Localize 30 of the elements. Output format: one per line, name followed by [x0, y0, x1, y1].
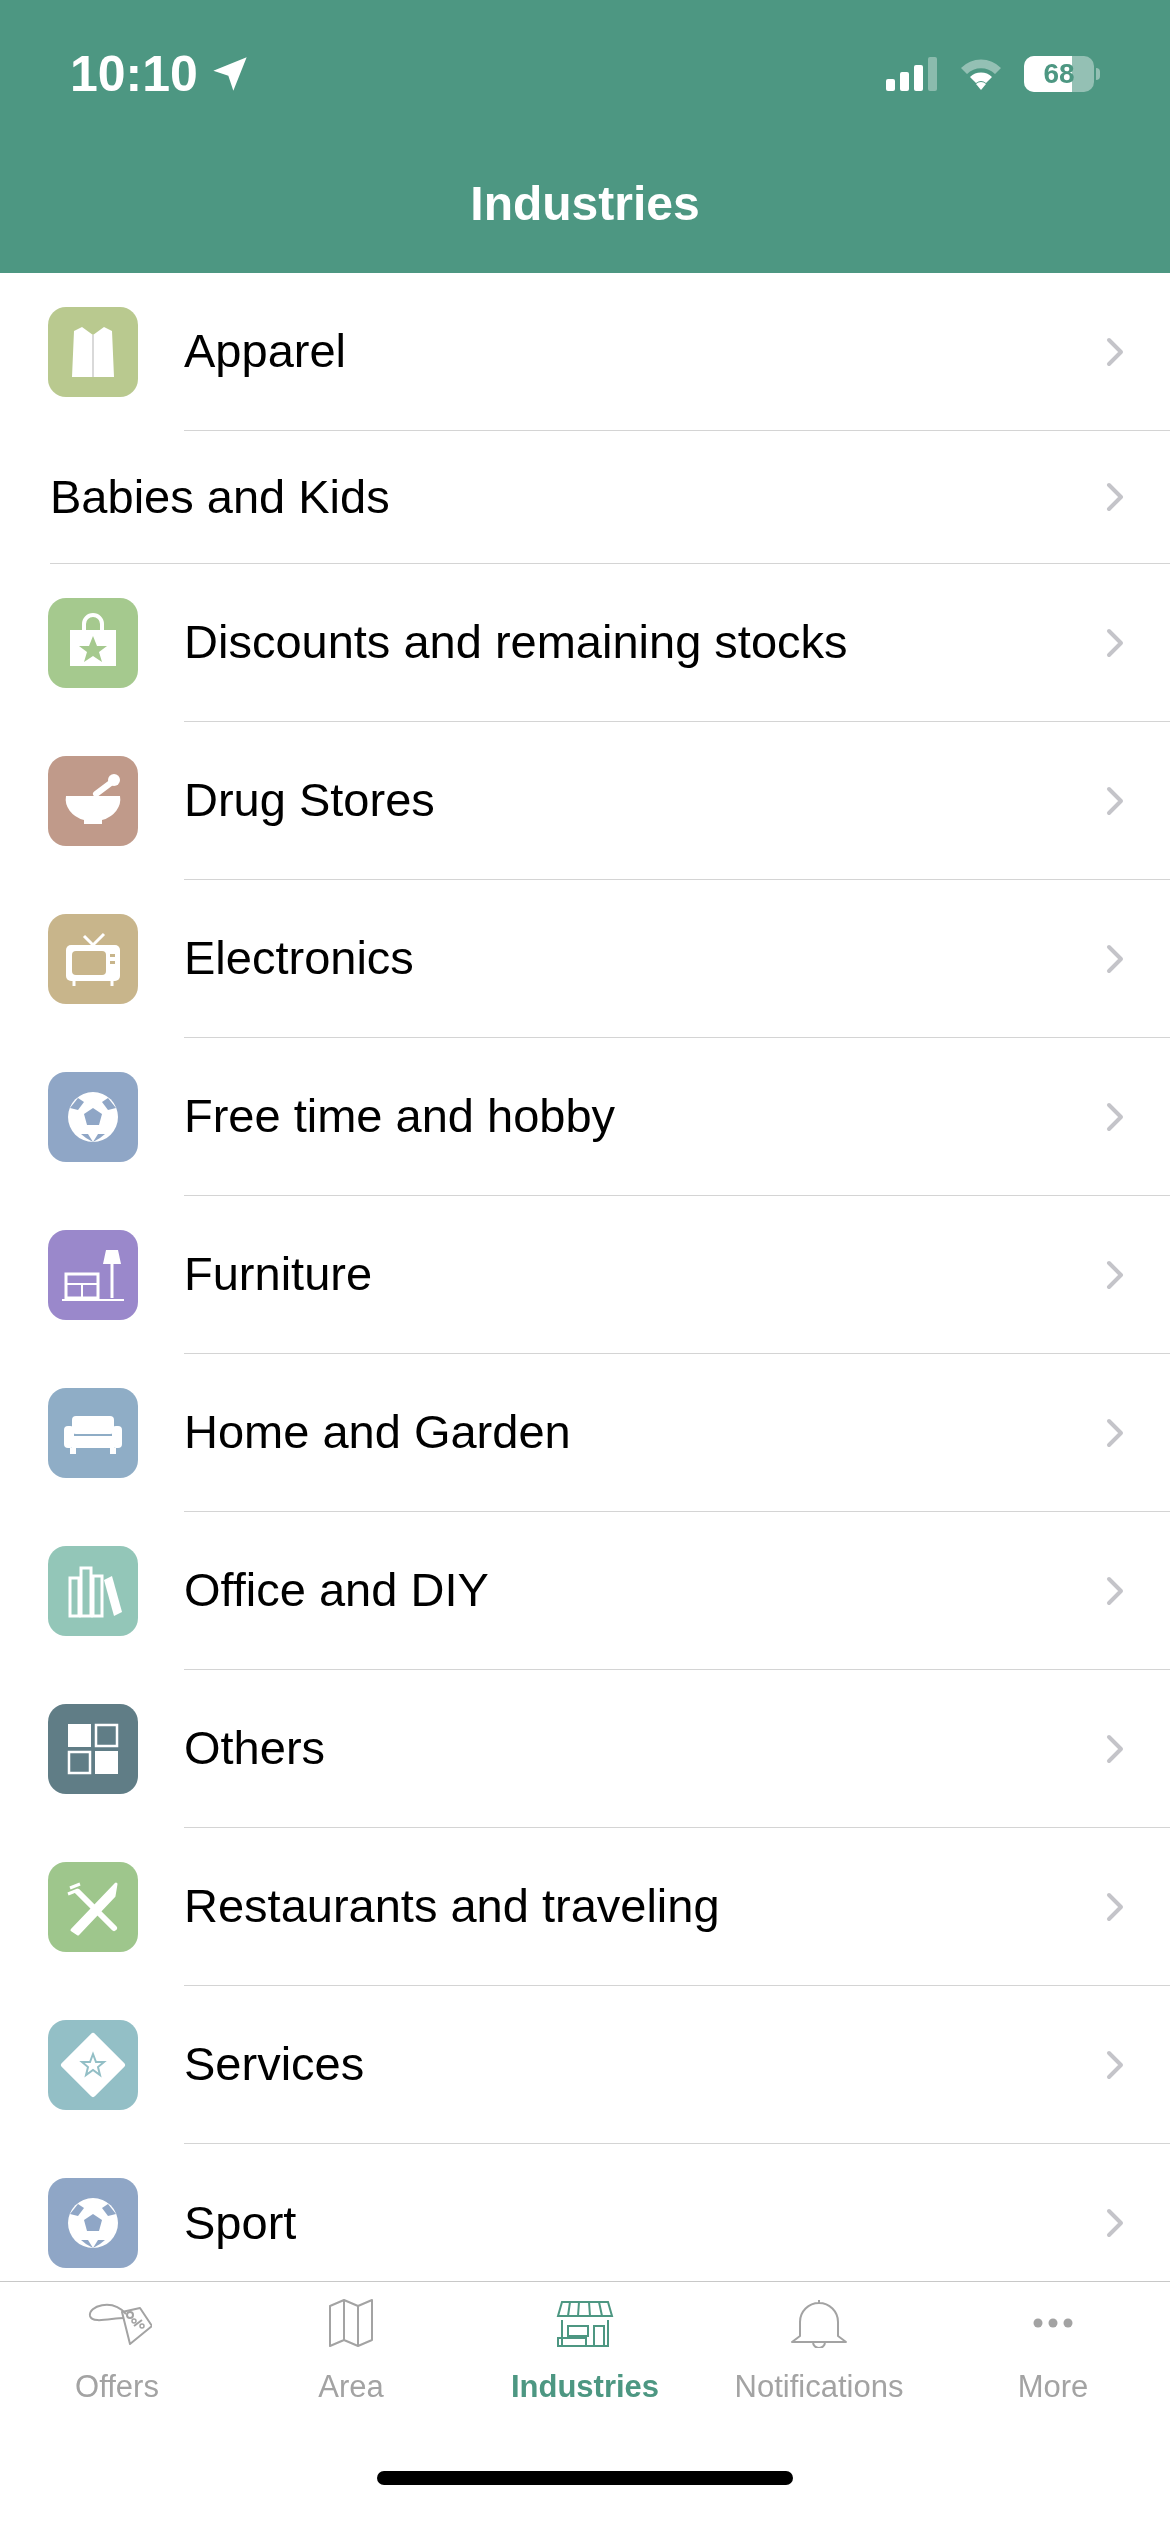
industry-label[interactable]: Discounts and remaining stocks — [184, 607, 1106, 678]
chevron-icon — [1106, 1575, 1124, 1606]
chevron-icon — [1106, 2049, 1124, 2080]
chevron-icon — [1106, 943, 1124, 974]
industry-label[interactable]: Home and Garden — [184, 1397, 1106, 1468]
chevron-icon — [1106, 1733, 1124, 1764]
industry-label[interactable]: Restaurants and traveling — [184, 1871, 1106, 1942]
industry-label[interactable]: Apparel — [184, 316, 1106, 387]
chevron-icon — [1106, 2208, 1124, 2238]
industry-label[interactable]: Electronics — [184, 923, 1106, 994]
chevron-icon — [1106, 336, 1124, 367]
chevron-icon — [1106, 627, 1124, 658]
screen-title: Industries — [470, 175, 700, 232]
chevron-icon — [1106, 1891, 1124, 1922]
industry-label[interactable]: Others — [184, 1713, 1106, 1784]
industry-label[interactable]: Drug Stores — [184, 765, 1106, 836]
industry-label[interactable]: Sport — [184, 2187, 1106, 2259]
chevron-icon — [1106, 482, 1124, 512]
industry-label[interactable]: Office and DIY — [184, 1555, 1106, 1626]
chevron-icon — [1106, 785, 1124, 816]
industry-label[interactable]: Free time and hobby — [184, 1081, 1106, 1152]
industry-label[interactable]: Furniture — [184, 1239, 1106, 1310]
industry-label[interactable]: Services — [184, 2029, 1106, 2100]
chevron-icon — [1106, 1259, 1124, 1290]
clock-time: 10:10 — [70, 44, 198, 104]
signal-icon — [886, 57, 938, 91]
more-icon — [1031, 2317, 1075, 2329]
chevron-icon — [1106, 1417, 1124, 1448]
chevron-icon — [1106, 1101, 1124, 1132]
industry-label[interactable]: Babies and Kids — [50, 461, 1106, 533]
